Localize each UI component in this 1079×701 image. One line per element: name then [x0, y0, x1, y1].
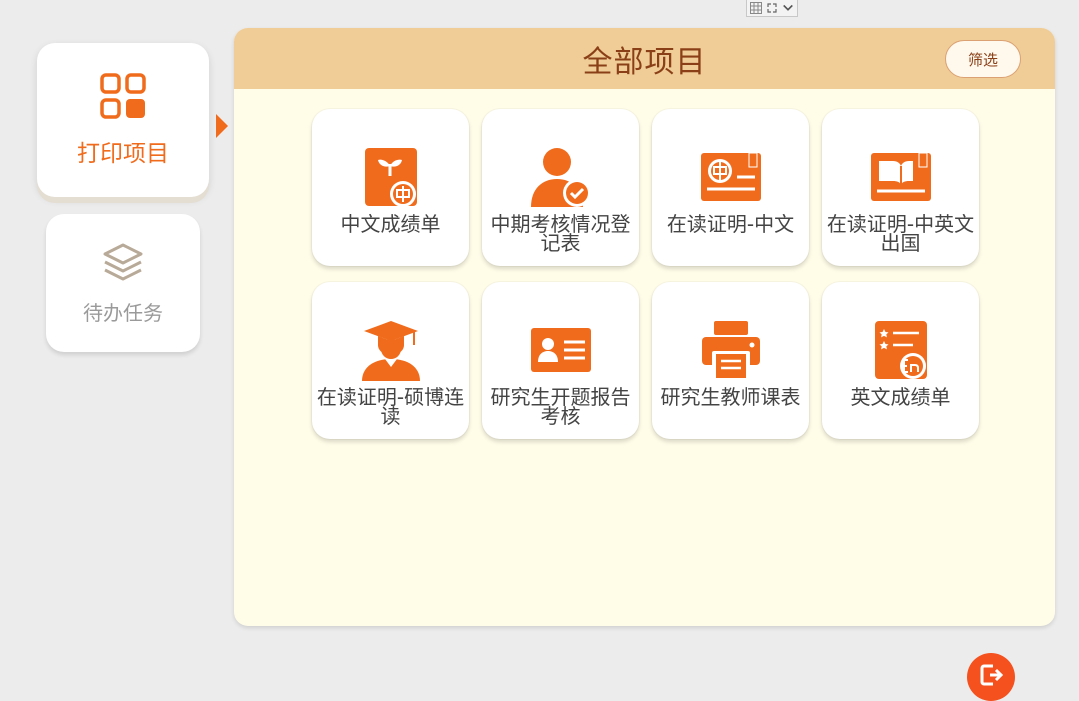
- projects-panel: 全部项目 筛选 中文成绩单 中期考核情况登记表 在读证明-中文 在读证明-中英文…: [234, 28, 1055, 626]
- graduate-icon: [359, 318, 423, 382]
- english-transcript-icon: [869, 318, 933, 382]
- tile-teacher-schedule[interactable]: 研究生教师课表: [652, 282, 809, 439]
- tile-label: 研究生教师课表: [660, 385, 801, 409]
- chinese-certificate-icon: [699, 145, 763, 209]
- apps-grid-icon: [99, 72, 147, 124]
- window-toolbar: [746, 0, 798, 17]
- user-check-icon: [529, 145, 593, 209]
- tile-label: 研究生开题报告考核: [490, 385, 631, 428]
- printer-icon: [699, 318, 763, 382]
- tile-chinese-transcript[interactable]: 中文成绩单: [312, 109, 469, 266]
- tile-midterm-assessment[interactable]: 中期考核情况登记表: [482, 109, 639, 266]
- tile-enrollment-bilingual[interactable]: 在读证明-中英文出国: [822, 109, 979, 266]
- logout-icon: [978, 662, 1004, 692]
- tile-enrollment-chinese[interactable]: 在读证明-中文: [652, 109, 809, 266]
- grid-icon[interactable]: [750, 2, 762, 14]
- tile-thesis-proposal[interactable]: 研究生开题报告考核: [482, 282, 639, 439]
- expand-icon[interactable]: [766, 2, 778, 14]
- tile-label: 在读证明-硕博连读: [316, 385, 465, 428]
- layers-icon: [101, 241, 145, 289]
- tile-label: 英文成绩单: [850, 385, 951, 409]
- chinese-transcript-icon: [359, 145, 423, 209]
- tile-label: 中期考核情况登记表: [490, 212, 631, 255]
- id-card-icon: [529, 318, 593, 382]
- project-grid: 中文成绩单 中期考核情况登记表 在读证明-中文 在读证明-中英文出国 在读证明-…: [312, 109, 979, 439]
- tile-english-transcript[interactable]: 英文成绩单: [822, 282, 979, 439]
- page-title: 全部项目: [582, 44, 707, 80]
- nav-todo-tasks[interactable]: 待办任务: [46, 214, 200, 352]
- nav-task-label: 待办任务: [83, 300, 163, 325]
- tile-label: 在读证明-中英文出国: [826, 212, 975, 255]
- nav-print-label: 打印项目: [77, 141, 169, 167]
- tile-label: 在读证明-中文: [666, 212, 795, 236]
- tile-enrollment-masters-phd[interactable]: 在读证明-硕博连读: [312, 282, 469, 439]
- filter-button[interactable]: 筛选: [945, 40, 1021, 78]
- nav-print-items[interactable]: 打印项目: [37, 43, 209, 197]
- active-indicator-arrow: [216, 114, 228, 138]
- book-certificate-icon: [869, 145, 933, 209]
- chevron-down-icon[interactable]: [782, 2, 794, 14]
- panel-header: 全部项目 筛选: [234, 28, 1055, 89]
- tile-label: 中文成绩单: [340, 212, 441, 236]
- logout-button[interactable]: [967, 653, 1015, 701]
